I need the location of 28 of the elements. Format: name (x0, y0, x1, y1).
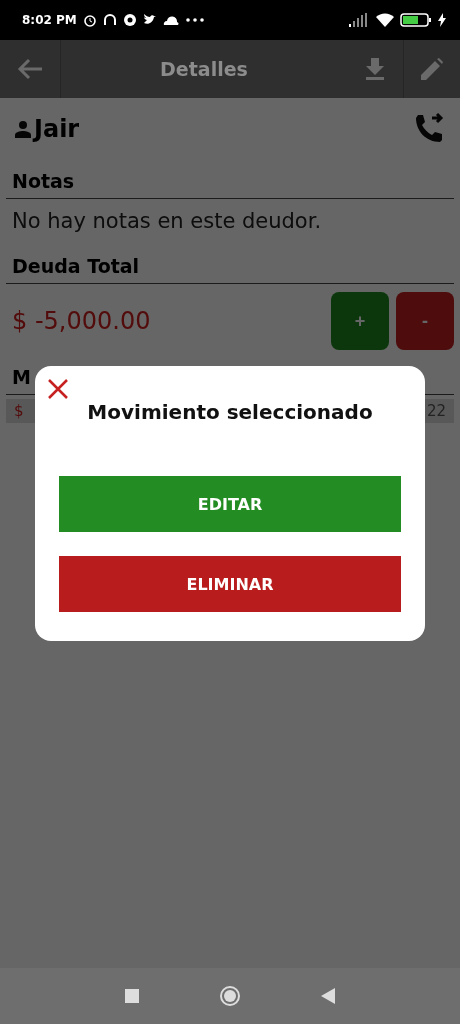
status-time: 8:02 PM (22, 13, 77, 27)
person-icon (14, 120, 32, 138)
back-arrow-icon[interactable] (17, 58, 43, 80)
charging-icon (438, 13, 446, 27)
notes-text: No hay notas en este deudor. (11, 208, 323, 235)
headphones-icon (102, 13, 117, 27)
battery-icon (400, 13, 432, 27)
debtor-name: Jair (34, 115, 80, 143)
pencil-icon[interactable] (421, 58, 443, 80)
screen-title: Detalles (159, 58, 249, 80)
bird-icon (142, 14, 157, 26)
back-icon[interactable] (321, 988, 335, 1004)
home-icon[interactable] (219, 985, 241, 1007)
alarm-icon (82, 13, 97, 27)
signal-icon (348, 13, 370, 27)
debt-amount: $ -5,000.00 (12, 307, 152, 335)
dialog-title: Movimiento seleccionado (86, 400, 374, 424)
wifi-icon (376, 13, 394, 27)
close-icon[interactable] (47, 378, 69, 400)
download-icon[interactable] (365, 58, 385, 80)
edit-button[interactable]: EDITAR (59, 476, 401, 532)
delete-button[interactable]: ELIMINAR (59, 556, 401, 612)
more-icon (184, 18, 205, 22)
section-heading: Notas (6, 160, 454, 199)
add-button[interactable]: + (331, 292, 389, 350)
cloud-icon (162, 15, 179, 25)
subtract-button[interactable]: - (396, 292, 454, 350)
section-heading: Deuda Total (6, 245, 454, 284)
